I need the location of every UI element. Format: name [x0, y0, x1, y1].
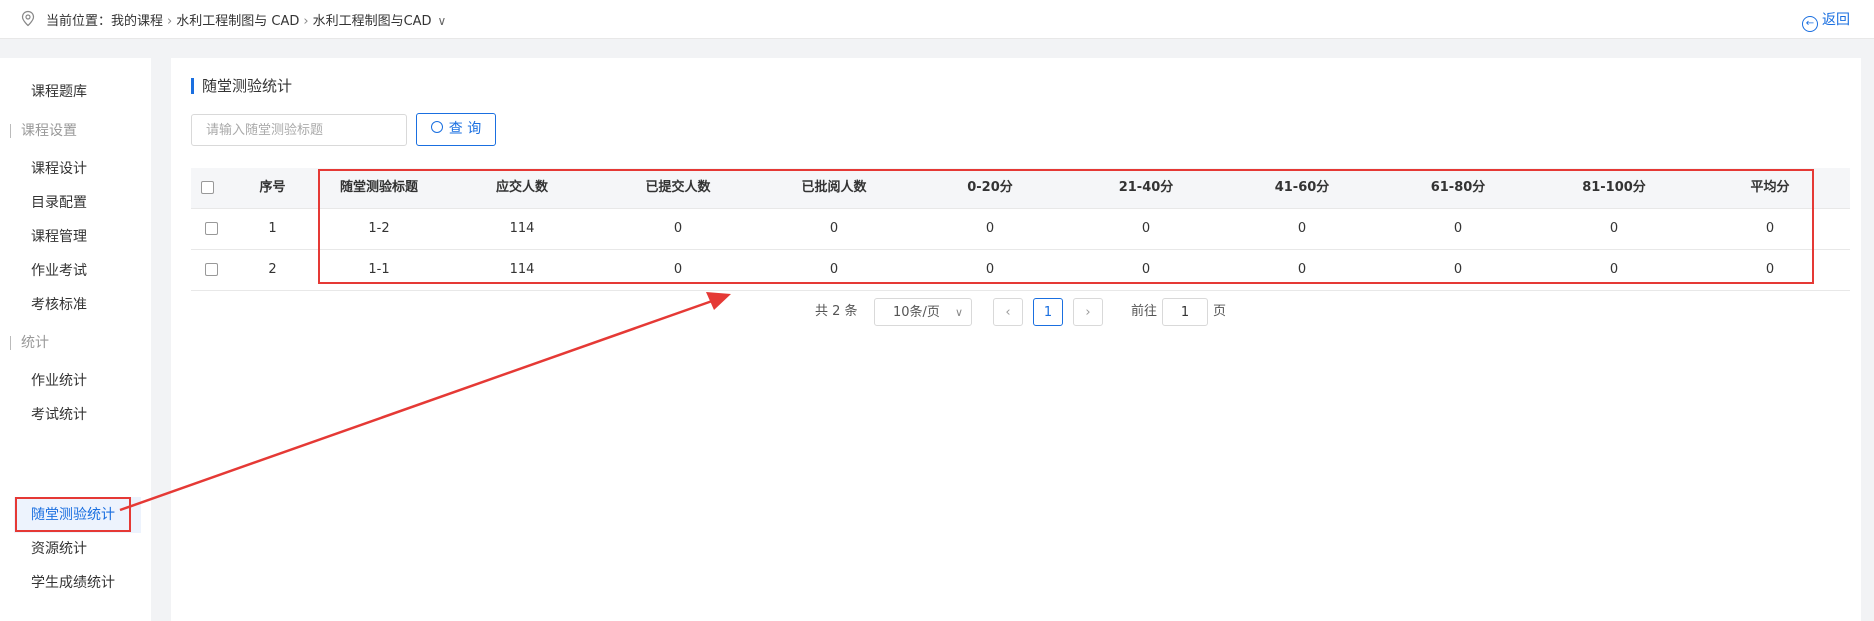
quiz-stats-table: 序号 随堂测验标题 应交人数 已提交人数 已批阅人数 0-20分 21-40分 …	[191, 168, 1850, 291]
cell-81-100: 0	[1609, 221, 1619, 236]
cell-title[interactable]: 1-1	[314, 250, 444, 290]
cell-81-100: 0	[1609, 262, 1619, 277]
location-pin-icon	[21, 10, 35, 27]
sidebar-item-resource-stats[interactable]: 资源统计	[0, 531, 151, 567]
cell-41-60: 0	[1297, 262, 1307, 277]
table-row: 2 1-1 114 0 0 0 0 0 0 0 0	[191, 250, 1850, 291]
sidebar-group-statistics: 统计	[10, 336, 49, 350]
chevron-right-icon: ›	[1085, 305, 1091, 320]
cell-reviewed: 0	[829, 221, 839, 236]
cell-reviewed: 0	[829, 262, 839, 277]
sidebar-item-question-bank[interactable]: 课程题库	[0, 74, 151, 110]
query-label: 查 询	[448, 121, 482, 137]
back-arrow-icon: ←	[1802, 16, 1818, 32]
search-icon	[430, 121, 443, 133]
cell-average: 0	[1765, 221, 1775, 236]
search-input[interactable]	[191, 114, 407, 146]
cell-index: 1	[268, 221, 277, 236]
cell-submitted: 0	[673, 262, 683, 277]
sidebar-item-course-management[interactable]: 课程管理	[0, 219, 151, 255]
breadcrumb-my-courses[interactable]: 我的课程	[111, 10, 163, 29]
col-header-41-60: 41-60分	[1274, 180, 1330, 195]
chevron-right-icon: ›	[303, 14, 309, 29]
chevron-down-icon: ∨	[954, 306, 963, 319]
col-header-title: 随堂测验标题	[339, 180, 418, 195]
sidebar-item-assessment-standard[interactable]: 考核标准	[0, 287, 151, 323]
goto-page-input[interactable]: 1	[1162, 298, 1208, 326]
select-all-checkbox[interactable]	[201, 181, 214, 194]
breadcrumb-current-course[interactable]: 水利工程制图与CAD	[313, 10, 432, 29]
cell-21-40: 0	[1141, 262, 1151, 277]
chevron-left-icon: ‹	[1005, 305, 1011, 320]
cell-expected: 114	[509, 262, 535, 277]
cell-21-40: 0	[1141, 221, 1151, 236]
top-bar: 当前位置：我的课程 › 水利工程制图与 CAD › 水利工程制图与CAD ∨ ← 返回	[0, 0, 1874, 39]
col-header-0-20: 0-20分	[967, 180, 1013, 195]
col-header-average: 平均分	[1750, 180, 1790, 195]
sidebar-item-student-grades[interactable]: 学生成绩统计	[0, 565, 151, 601]
sidebar: 课程题库 课程设置 课程设计 目录配置 课程管理 作业考试 考核标准 统计 作业…	[0, 58, 151, 621]
cell-index: 2	[268, 262, 277, 277]
col-header-index: 序号	[259, 180, 286, 195]
cell-0-20: 0	[985, 262, 995, 277]
location-label: 当前位置：	[46, 14, 112, 29]
page-size-select[interactable]: 10条/页 ∨	[874, 298, 972, 326]
col-header-expected: 应交人数	[495, 180, 548, 195]
cell-submitted: 0	[673, 221, 683, 236]
sidebar-item-catalog-config[interactable]: 目录配置	[0, 185, 151, 221]
pagination-total: 共 2 条	[815, 304, 858, 319]
next-page-button[interactable]: ›	[1073, 298, 1103, 326]
col-header-61-80: 61-80分	[1430, 180, 1486, 195]
cell-expected: 114	[509, 221, 535, 236]
page-size-value: 10条/页	[893, 305, 940, 320]
sidebar-group-course-settings: 课程设置	[10, 124, 77, 138]
sidebar-item-quiz-stats[interactable]: 随堂测验统计	[14, 497, 141, 533]
sidebar-item-homework-stats[interactable]: 作业统计	[0, 363, 151, 399]
col-header-21-40: 21-40分	[1118, 180, 1174, 195]
chevron-down-icon[interactable]: ∨	[438, 14, 447, 28]
page-title: 随堂测验统计	[191, 78, 292, 94]
sidebar-item-homework-exam[interactable]: 作业考试	[0, 253, 151, 289]
row-checkbox[interactable]	[205, 222, 218, 235]
row-checkbox[interactable]	[205, 263, 218, 276]
prev-page-button[interactable]: ‹	[993, 298, 1023, 326]
chevron-right-icon: ›	[167, 14, 173, 29]
query-button[interactable]: 查 询	[416, 113, 496, 146]
goto-prefix: 前往	[1131, 304, 1158, 319]
cell-title[interactable]: 1-2	[314, 209, 444, 249]
col-header-submitted: 已提交人数	[645, 180, 711, 195]
cell-61-80: 0	[1453, 221, 1463, 236]
sidebar-item-exam-stats[interactable]: 考试统计	[0, 397, 151, 433]
back-button[interactable]: ← 返回	[1802, 9, 1850, 32]
main-panel: 随堂测验统计 查 询 序号 随堂测验标题 应交人数 已提交人数 已批阅人数 0-…	[171, 58, 1861, 621]
cell-41-60: 0	[1297, 221, 1307, 236]
breadcrumb-course[interactable]: 水利工程制图与 CAD	[176, 10, 299, 29]
table-row: 1 1-2 114 0 0 0 0 0 0 0 0	[191, 209, 1850, 250]
page-number-current[interactable]: 1	[1033, 298, 1063, 326]
table-header-row: 序号 随堂测验标题 应交人数 已提交人数 已批阅人数 0-20分 21-40分 …	[191, 168, 1850, 209]
cell-average: 0	[1765, 262, 1775, 277]
breadcrumb: 当前位置：我的课程 › 水利工程制图与 CAD › 水利工程制图与CAD ∨	[46, 10, 446, 29]
cell-61-80: 0	[1453, 262, 1463, 277]
back-label: 返回	[1822, 12, 1850, 28]
cell-0-20: 0	[985, 221, 995, 236]
col-header-81-100: 81-100分	[1582, 180, 1646, 195]
goto-suffix: 页	[1213, 304, 1227, 319]
col-header-reviewed: 已批阅人数	[801, 180, 867, 195]
sidebar-item-course-design[interactable]: 课程设计	[0, 151, 151, 187]
